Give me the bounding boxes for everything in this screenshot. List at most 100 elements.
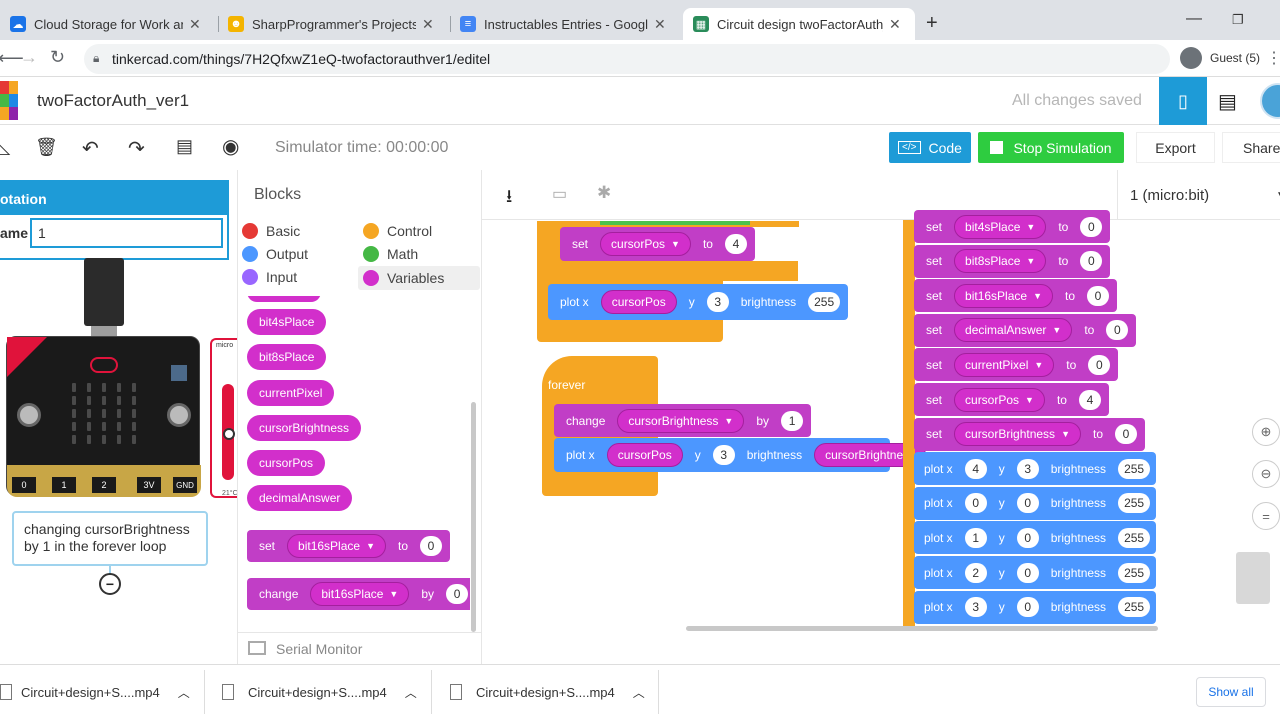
value-input[interactable]: 0 <box>1087 285 1109 306</box>
circuit-view-icon[interactable]: ▯ <box>1159 77 1207 125</box>
value-input[interactable]: 0 <box>964 493 987 514</box>
value-input[interactable]: 3 <box>706 292 729 312</box>
set-block[interactable]: set bit8sPlace ▼ to 0 <box>914 244 1111 278</box>
code-canvas[interactable]: ⭳ ▭ ✱ 1 (micro:bit) ▼ set cursorPos ▼ to 4 p… <box>482 170 1280 664</box>
value-input[interactable]: 3 <box>1016 458 1039 479</box>
variable-dropdown[interactable]: cursorBrightness ▼ <box>954 422 1081 447</box>
value-input[interactable]: 4 <box>964 458 987 479</box>
variable-reporter[interactable]: cursorPos <box>600 290 677 314</box>
variable-block[interactable]: currentPixel <box>247 380 335 406</box>
download-item[interactable]: Circuit+design+S....mp4 ︿ <box>0 676 200 708</box>
change-block[interactable]: change cursorBrightness ▼ by 1 <box>554 404 812 437</box>
variable-dropdown[interactable]: bit4sPlace ▼ <box>954 214 1047 239</box>
pin-1[interactable]: 1 <box>52 477 76 493</box>
variable-block[interactable]: cursorBrightness <box>247 415 362 441</box>
value-input[interactable]: 1 <box>781 410 804 431</box>
redo-icon[interactable]: ↷ <box>128 136 145 161</box>
microbit-board[interactable]: 0 1 2 3V GND <box>6 336 201 497</box>
share-button[interactable]: Share <box>1222 132 1280 163</box>
plot-block[interactable]: plot x 1 y 0 brightness 255 <box>914 521 1157 555</box>
plot-block[interactable]: plot x 4 y 3 brightness 255 <box>914 452 1157 486</box>
annotation-name-input[interactable]: 1 <box>30 218 223 248</box>
chevron-up-icon[interactable]: ︿ <box>178 684 190 701</box>
variable-block[interactable]: bit8sPlace <box>247 344 327 370</box>
close-icon[interactable]: ✕ <box>889 16 905 33</box>
annotation-note[interactable]: changing cursorBrightness by 1 in the fo… <box>12 511 208 566</box>
rotate-icon[interactable]: ◺ <box>0 138 10 158</box>
visibility-icon[interactable]: ◉ <box>222 134 239 159</box>
pin-0[interactable]: 0 <box>12 477 36 493</box>
change-variable-block[interactable]: change bit16sPlace ▼ by 0 <box>247 578 470 610</box>
plot-block[interactable]: plot x 3 y 0 brightness 255 <box>914 590 1157 624</box>
user-avatar[interactable] <box>1260 83 1280 119</box>
chevron-up-icon[interactable]: ︿ <box>633 684 645 701</box>
value-input[interactable]: 0 <box>1016 597 1039 618</box>
variable-block[interactable]: cursorPos <box>247 450 326 476</box>
variable-dropdown[interactable]: cursorPos ▼ <box>600 232 691 256</box>
plot-block[interactable]: plot x cursorPos y 3 brightness cursorBrightn… <box>554 438 927 472</box>
variable-dropdown[interactable]: bit8sPlace ▼ <box>954 249 1047 274</box>
value-input[interactable]: 1 <box>964 527 987 548</box>
stop-simulation-button[interactable]: Stop Simulation <box>978 132 1124 163</box>
forward-arrow-icon[interactable]: → <box>20 47 38 68</box>
set-block[interactable]: set cursorPos ▼ to 4 <box>560 227 755 261</box>
value-input[interactable]: 255 <box>1118 527 1151 548</box>
value-input[interactable]: 3 <box>964 597 987 618</box>
pin-3v[interactable]: 3V <box>137 477 161 493</box>
set-block[interactable]: set bit16sPlace ▼ to 0 <box>914 279 1117 313</box>
category-output[interactable]: Output <box>242 246 308 262</box>
category-control[interactable]: Control <box>363 223 432 239</box>
value-input[interactable]: 0 <box>1016 562 1039 583</box>
chevron-up-icon[interactable]: ︿ <box>405 684 417 701</box>
value-input[interactable]: 255 <box>1118 458 1151 479</box>
zoom-reset-icon[interactable]: = <box>1252 502 1280 530</box>
variable-dropdown[interactable]: bit16sPlace ▼ <box>954 283 1053 308</box>
value-input[interactable]: 3 <box>712 445 735 465</box>
set-block[interactable]: set currentPixel ▼ to 0 <box>914 348 1119 382</box>
category-basic[interactable]: Basic <box>242 223 300 239</box>
restore-icon[interactable]: ❐ <box>1232 12 1244 28</box>
value-input[interactable]: 2 <box>964 562 987 583</box>
code-button[interactable]: </> Code <box>889 132 971 163</box>
serial-monitor-bar[interactable]: Serial Monitor <box>238 632 483 664</box>
variable-dropdown[interactable]: cursorPos ▼ <box>954 387 1045 412</box>
plot-block[interactable]: plot x 2 y 0 brightness 255 <box>914 556 1157 589</box>
browser-tab[interactable]: ≡ Instructables Entries - Google Do ✕ <box>450 8 680 40</box>
value-input[interactable]: 0 <box>1080 251 1103 272</box>
close-icon[interactable]: ✕ <box>422 16 438 33</box>
component-list-icon[interactable]: ▤ <box>1218 89 1237 114</box>
delete-icon[interactable]: 🗑︎ <box>35 137 58 158</box>
browser-tab-active[interactable]: ▦ Circuit design twoFactorAuth_ver ✕ <box>683 8 915 40</box>
variable-block-partial[interactable] <box>247 296 321 302</box>
value-input[interactable]: 0 <box>1080 216 1103 237</box>
undo-icon[interactable]: ↶ <box>82 136 99 161</box>
close-icon[interactable]: ✕ <box>189 16 205 33</box>
temperature-slider[interactable]: micro 21°C <box>210 338 238 498</box>
set-block[interactable]: set bit4sPlace ▼ to 0 <box>914 210 1111 243</box>
close-icon[interactable]: ✕ <box>654 16 670 33</box>
button-a[interactable] <box>17 403 41 427</box>
category-variables[interactable]: Variables <box>358 266 480 290</box>
url-field[interactable]: 🔒︎ tinkercad.com/things/7H2QfxwZ1eQ-twof… <box>84 44 1170 74</box>
variable-reporter[interactable]: cursorPos <box>606 443 683 467</box>
value-input[interactable]: 0 <box>1115 424 1137 445</box>
slider-handle[interactable] <box>223 428 235 440</box>
button-b[interactable] <box>167 403 191 427</box>
download-icon[interactable]: ⭳ <box>506 184 512 214</box>
profile-avatar-icon[interactable] <box>1180 47 1202 69</box>
browser-tab[interactable]: ☻ SharpProgrammer's Projects - Ins ✕ <box>218 8 448 40</box>
set-block[interactable]: set cursorBrightness ▼ to 0 <box>914 417 1145 451</box>
value-input[interactable]: 0 <box>1106 320 1129 341</box>
blocks-scrollbar[interactable] <box>471 402 476 632</box>
category-input[interactable]: Input <box>242 269 297 285</box>
show-all-button[interactable]: Show all <box>1196 677 1266 707</box>
set-block[interactable]: set cursorPos ▼ to 4 <box>914 383 1109 416</box>
value-input[interactable]: 4 <box>724 234 747 254</box>
download-item[interactable]: Circuit+design+S....mp4 ︿ <box>222 676 422 708</box>
export-button[interactable]: Export <box>1136 132 1215 163</box>
value-input[interactable]: 0 <box>1016 493 1039 514</box>
variable-dropdown[interactable]: cursorBrightness ▼ <box>617 408 745 433</box>
category-math[interactable]: Math <box>363 246 418 262</box>
value-input[interactable]: 255 <box>1118 597 1151 618</box>
profile-label[interactable]: Guest (5) <box>1210 51 1260 65</box>
